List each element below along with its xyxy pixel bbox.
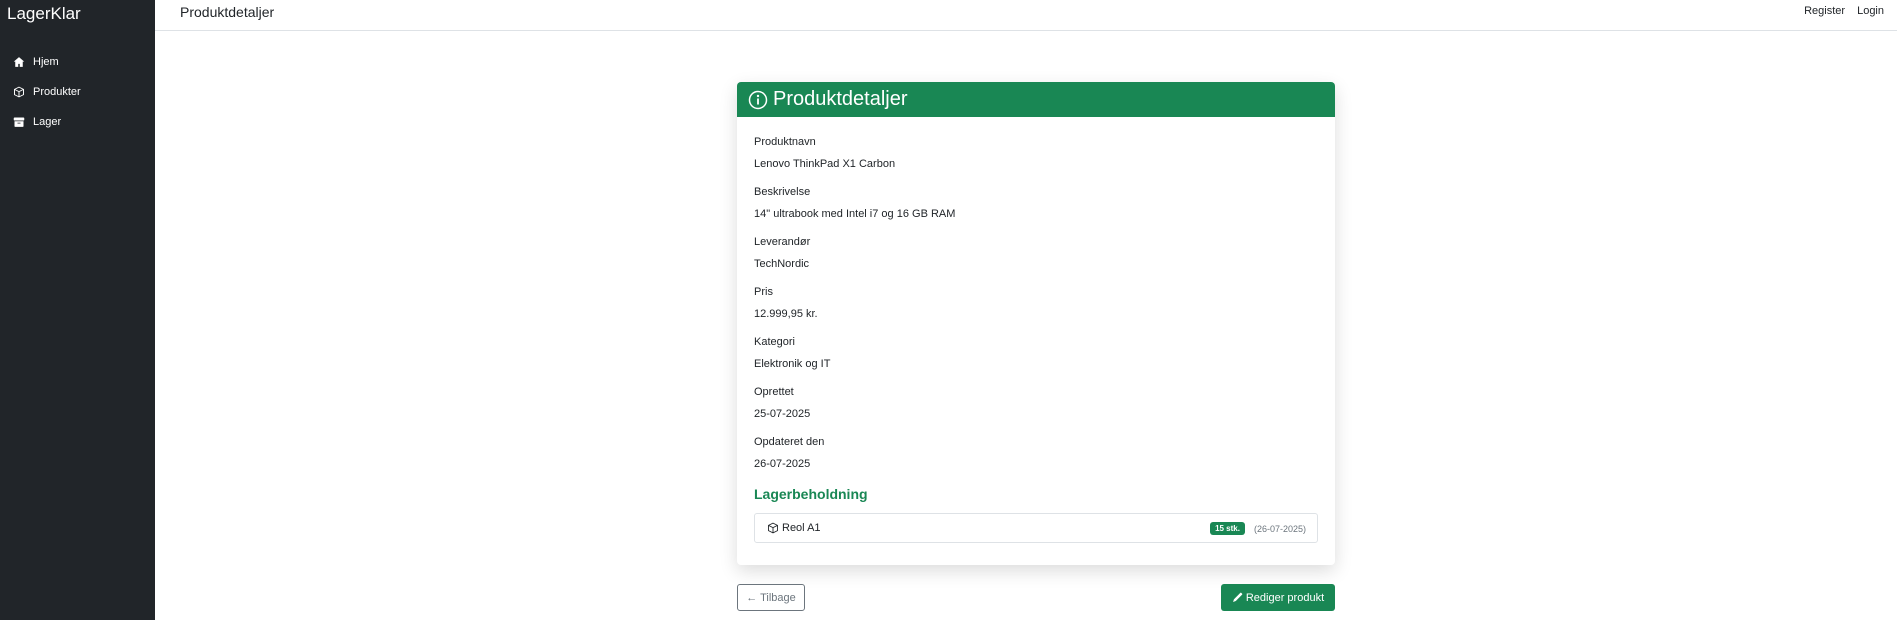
field-label: Beskrivelse xyxy=(754,186,811,198)
edit-product-button[interactable]: Rediger produkt xyxy=(1221,584,1335,611)
field-oprettet: Oprettet 25-07-2025 xyxy=(754,385,1318,435)
field-value: 25-07-2025 xyxy=(754,408,811,420)
field-produktnavn: Produktnavn Lenovo ThinkPad X1 Carbon xyxy=(754,135,1318,185)
sidebar-item-label: Hjem xyxy=(33,56,59,68)
sidebar-item-label: Produkter xyxy=(33,86,81,98)
archive-icon xyxy=(13,116,25,128)
back-button[interactable]: ← Tilbage xyxy=(737,584,805,611)
auth-links: Register Login xyxy=(1804,5,1884,17)
field-value: Lenovo ThinkPad X1 Carbon xyxy=(754,158,896,170)
sidebar-item-hjem[interactable]: Hjem xyxy=(0,47,155,77)
field-label: Kategori xyxy=(754,336,795,348)
brand-logo[interactable]: LagerKlar xyxy=(7,4,81,24)
info-circle-icon xyxy=(748,90,768,110)
stock-meta: 15 stk. (26-07-2025) xyxy=(1210,522,1306,535)
edit-button-label: Rediger produkt xyxy=(1245,591,1325,604)
field-label: Produktnavn xyxy=(754,136,816,148)
topbar: Produktdetaljer Register Login xyxy=(155,0,1897,31)
card-body: Produktnavn Lenovo ThinkPad X1 Carbon Be… xyxy=(737,117,1335,543)
sidebar-nav: Hjem Produkter Lager xyxy=(0,47,155,137)
field-label: Leverandør xyxy=(754,236,811,248)
field-kategori: Kategori Elektronik og IT xyxy=(754,335,1318,385)
stock-date: (26-07-2025) xyxy=(1253,523,1306,534)
field-beskrivelse: Beskrivelse 14" ultrabook med Intel i7 o… xyxy=(754,185,1318,235)
stock-location: Reol A1 xyxy=(782,522,821,534)
card-header: Produktdetaljer xyxy=(737,82,1335,117)
product-details-card: Produktdetaljer Produktnavn Lenovo Think… xyxy=(737,82,1335,565)
field-opdateret: Opdateret den 26-07-2025 xyxy=(754,435,1318,485)
card-title: Produktdetaljer xyxy=(773,88,908,110)
field-leverandor: Leverandør TechNordic xyxy=(754,235,1318,285)
sidebar-item-produkter[interactable]: Produkter xyxy=(0,77,155,107)
field-pris: Pris 12.999,95 kr. xyxy=(754,285,1318,335)
sidebar-item-label: Lager xyxy=(33,116,62,128)
field-value: 12.999,95 kr. xyxy=(754,308,818,320)
page-title: Produktdetaljer xyxy=(180,4,275,20)
box-icon xyxy=(13,86,25,98)
stock-list-item: Reol A1 15 stk. (26-07-2025) xyxy=(754,513,1318,543)
field-label: Pris xyxy=(754,286,773,298)
field-value: TechNordic xyxy=(754,258,810,270)
field-value: 14" ultrabook med Intel i7 og 16 GB RAM xyxy=(754,208,956,220)
stock-section-title: Lagerbeholdning xyxy=(754,486,868,502)
box-icon xyxy=(767,522,779,534)
pencil-icon xyxy=(1232,592,1243,603)
quantity-badge: 15 stk. xyxy=(1210,522,1245,535)
field-label: Opdateret den xyxy=(754,436,825,448)
sidebar-item-lager[interactable]: Lager xyxy=(0,107,155,137)
field-label: Oprettet xyxy=(754,386,794,398)
sidebar: LagerKlar Hjem Produkter Lager xyxy=(0,0,155,620)
field-value: Elektronik og IT xyxy=(754,358,831,370)
login-link[interactable]: Login xyxy=(1857,5,1884,17)
house-icon xyxy=(13,56,25,68)
field-value: 26-07-2025 xyxy=(754,458,811,470)
register-link[interactable]: Register xyxy=(1804,5,1845,17)
